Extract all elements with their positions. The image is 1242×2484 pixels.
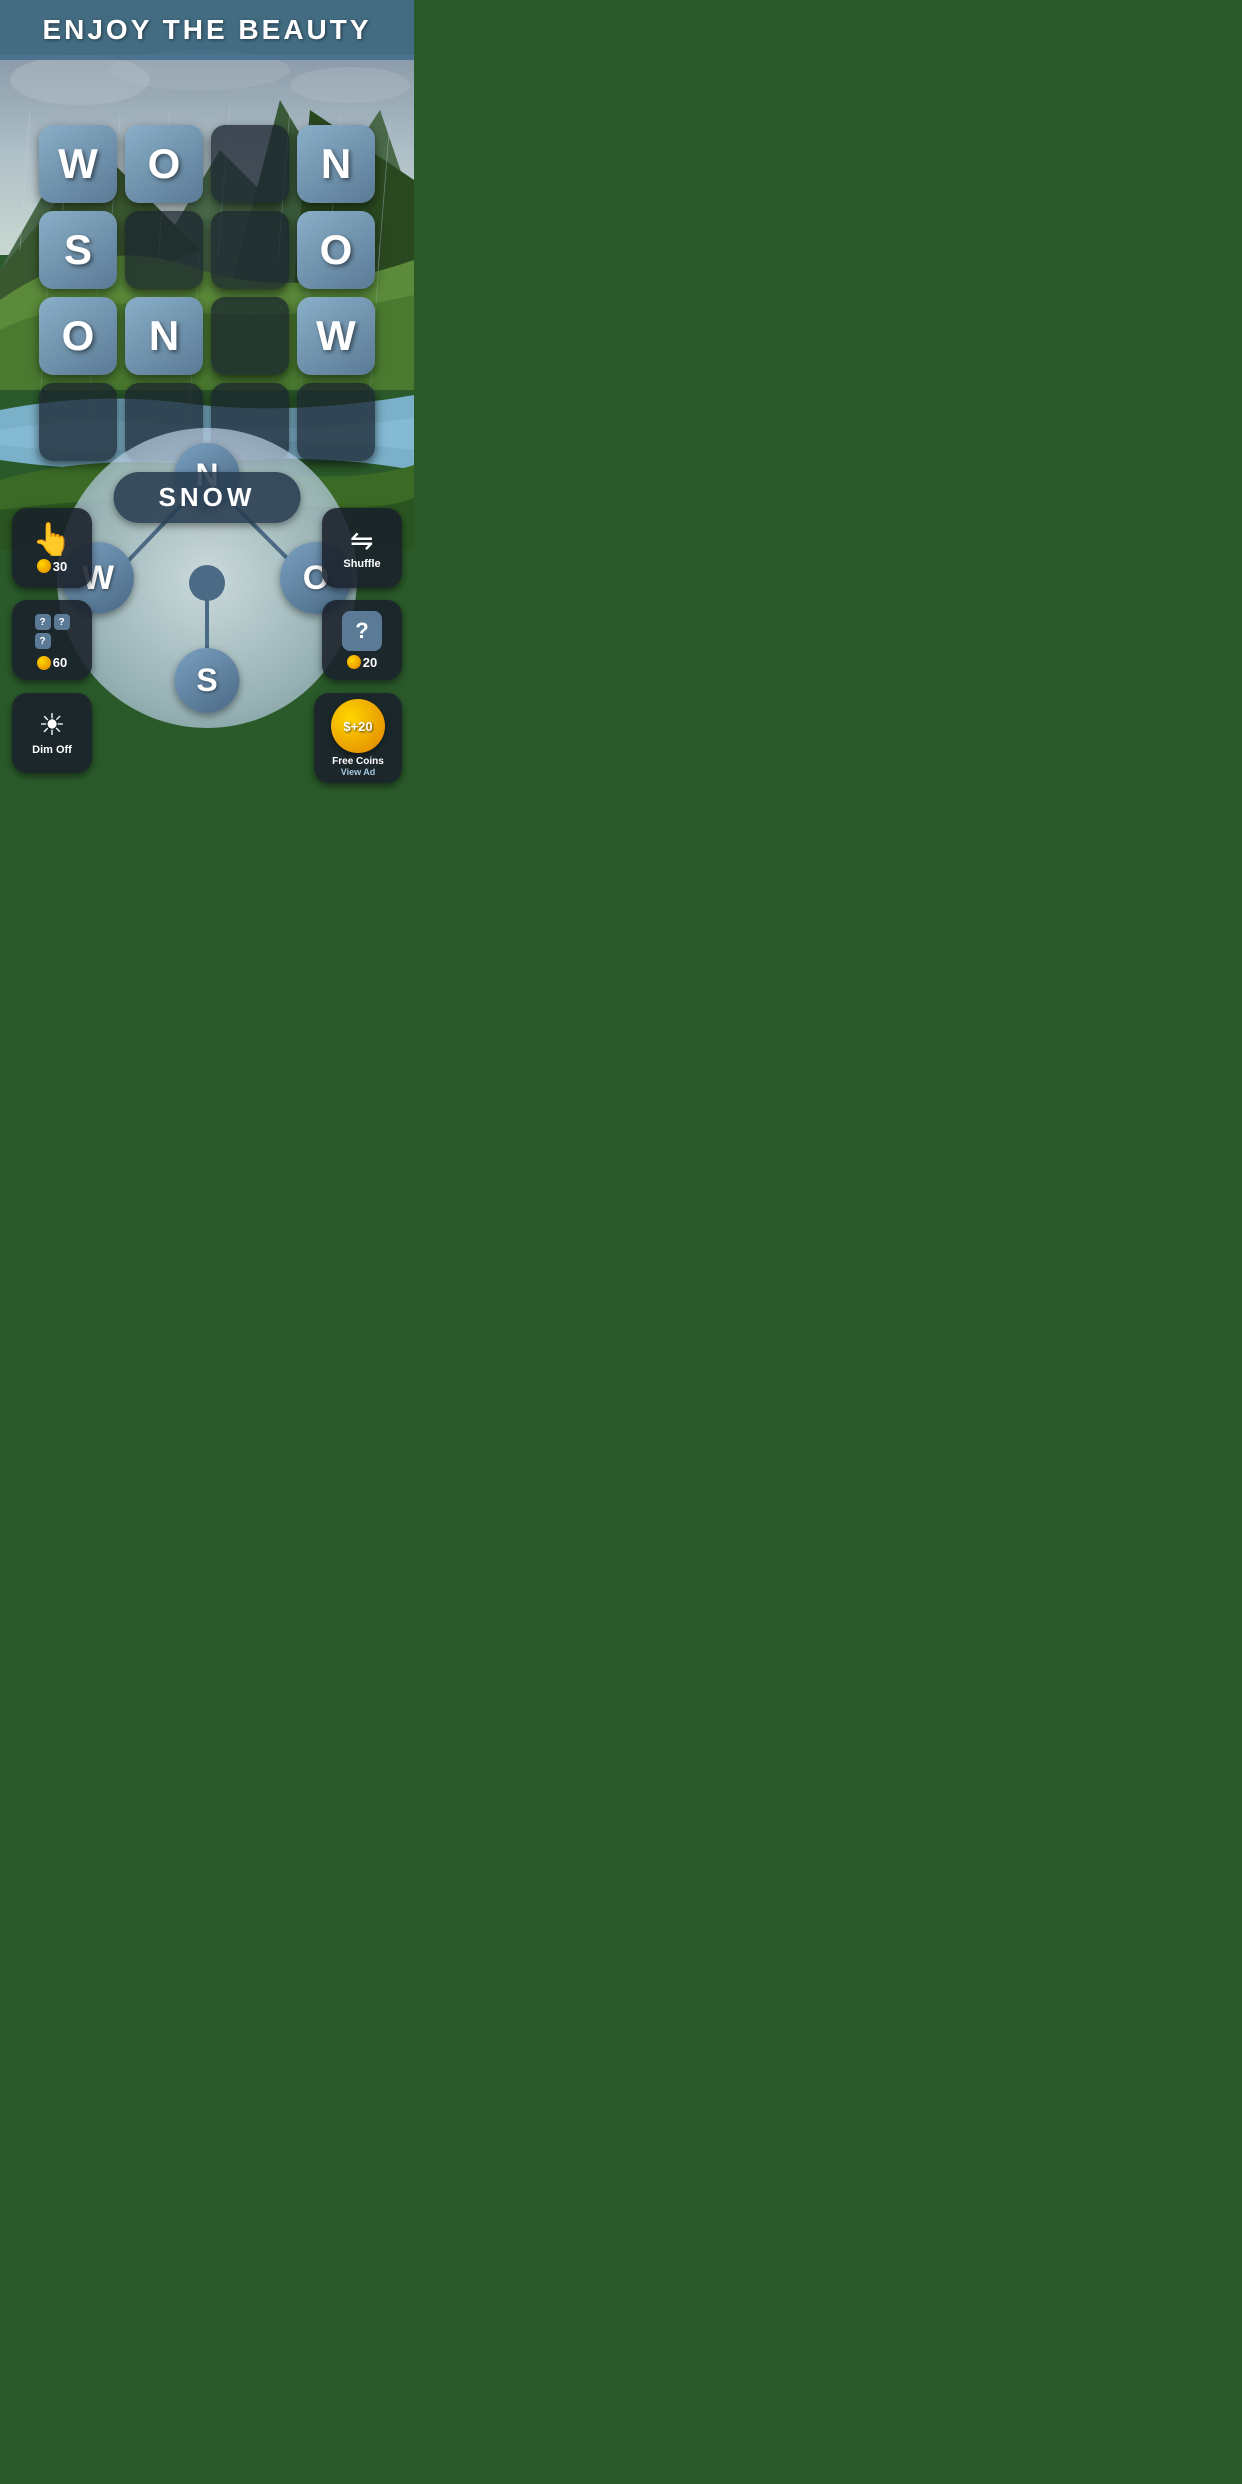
tile-empty-r3c3 bbox=[211, 297, 289, 375]
tile-W-r1c1[interactable]: W bbox=[39, 125, 117, 203]
shuffle-icon: ⇌ bbox=[350, 527, 373, 555]
reveal-icon: ? bbox=[342, 611, 382, 651]
extra-words-coin-count: 60 bbox=[53, 655, 67, 670]
tiles-grid: W O N S O O N W bbox=[39, 125, 375, 461]
tile-W-r3c4[interactable]: W bbox=[297, 297, 375, 375]
current-word: SNOW bbox=[159, 482, 256, 512]
header: ENJOY THE BEAUTY bbox=[0, 0, 414, 60]
tile-empty-r2c2 bbox=[125, 211, 203, 289]
free-coins-label: Free Coins bbox=[332, 756, 384, 767]
dim-label: Dim Off bbox=[32, 744, 72, 756]
reveal-coin-count: 20 bbox=[363, 655, 377, 670]
wheel-letter-S[interactable]: S bbox=[175, 648, 240, 713]
tile-empty-r1c3 bbox=[211, 125, 289, 203]
free-coins-button[interactable]: $+20 Free Coins View Ad bbox=[314, 693, 402, 783]
free-coins-circle: $+20 bbox=[331, 699, 385, 753]
hint-coin-count: 30 bbox=[53, 559, 67, 574]
extra-words-button[interactable]: ? ? ? 60 bbox=[12, 600, 92, 680]
word-display: SNOW bbox=[114, 472, 301, 523]
extra-words-cost: 60 bbox=[37, 655, 67, 670]
reveal-button[interactable]: ? 20 bbox=[322, 600, 402, 680]
tile-O-r3c1[interactable]: O bbox=[39, 297, 117, 375]
hint-button[interactable]: 👆 30 bbox=[12, 508, 92, 588]
shuffle-button[interactable]: ⇌ Shuffle bbox=[322, 508, 402, 588]
hint-coin-icon bbox=[37, 559, 51, 573]
hint-icon: 👆 bbox=[32, 523, 72, 555]
extra-words-coin-icon bbox=[37, 656, 51, 670]
free-coins-amount: $+20 bbox=[343, 719, 372, 734]
extra-words-icon: ? ? ? bbox=[31, 610, 74, 653]
free-coins-sublabel: View Ad bbox=[341, 767, 376, 777]
tile-O-r1c2[interactable]: O bbox=[125, 125, 203, 203]
tile-N-r3c2[interactable]: N bbox=[125, 297, 203, 375]
tile-S-r2c1[interactable]: S bbox=[39, 211, 117, 289]
tile-empty-r2c3 bbox=[211, 211, 289, 289]
tile-N-r1c4[interactable]: N bbox=[297, 125, 375, 203]
reveal-coin-icon bbox=[347, 655, 361, 669]
dim-button[interactable]: ☀ Dim Off bbox=[12, 693, 92, 773]
header-title: ENJOY THE BEAUTY bbox=[42, 14, 371, 46]
tile-O-r2c4[interactable]: O bbox=[297, 211, 375, 289]
dim-icon: ☀ bbox=[39, 711, 66, 741]
hint-cost: 30 bbox=[37, 559, 67, 574]
shuffle-label: Shuffle bbox=[343, 558, 380, 570]
reveal-cost: 20 bbox=[347, 655, 377, 670]
